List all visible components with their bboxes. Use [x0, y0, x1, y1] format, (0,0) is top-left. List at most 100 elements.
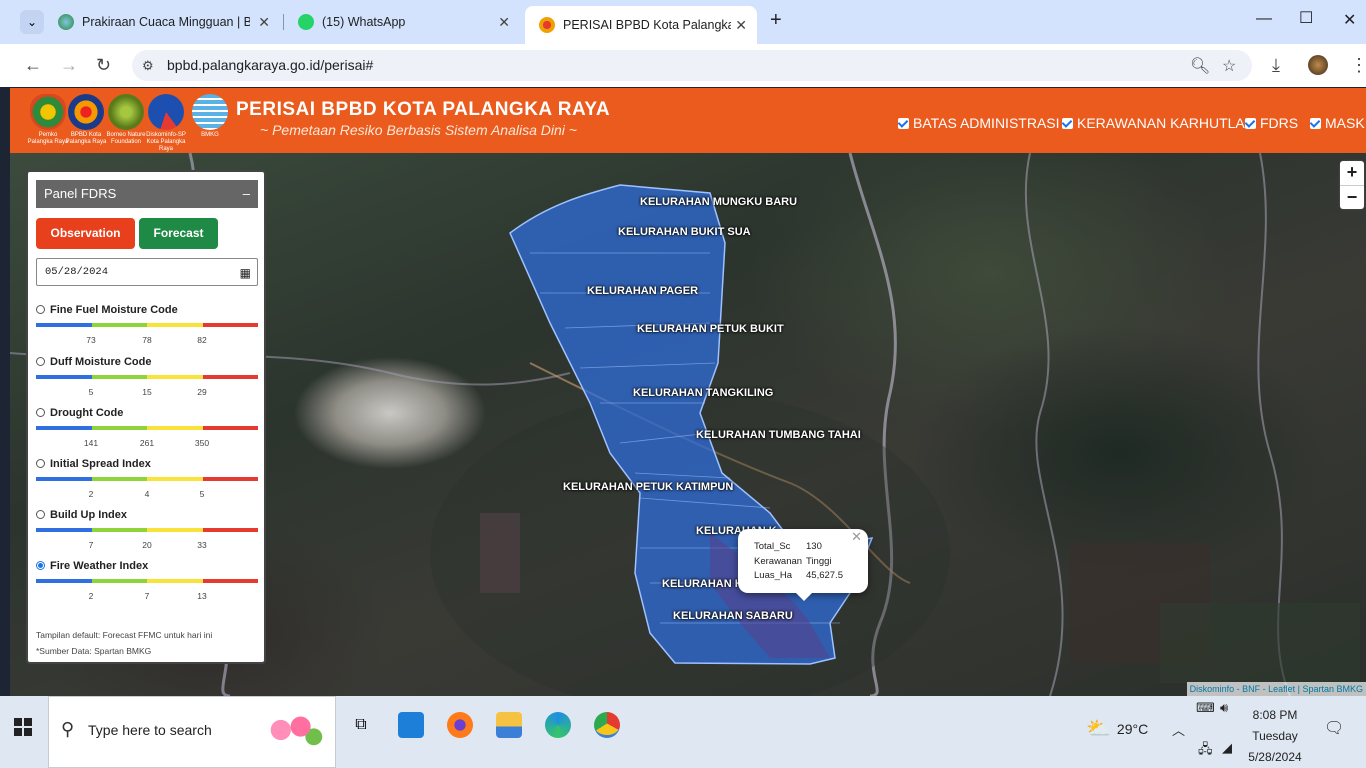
calendar-icon[interactable]: ▦ — [240, 260, 251, 286]
minimize-window-button[interactable]: — — [1256, 10, 1272, 28]
zoom-in-button[interactable]: + — [1340, 161, 1364, 185]
zoom-out-button[interactable]: − — [1340, 185, 1364, 209]
popup-close-icon[interactable]: ✕ — [851, 529, 862, 545]
index-dmc[interactable]: Duff Moisture Code 5 15 29 — [36, 356, 258, 402]
observation-button[interactable]: Observation — [36, 218, 135, 249]
windows-start-icon[interactable] — [14, 718, 32, 741]
logo-caption: BMKG — [201, 132, 219, 138]
volume-icon[interactable]: 🔊︎ — [1220, 700, 1228, 716]
popup-row: Kerawanan Tinggi — [754, 556, 832, 567]
index-isi[interactable]: Initial Spread Index 2 4 5 — [36, 458, 258, 504]
browser-address-bar: ← → ↻ ⚙ bpbd.palangkaraya.go.id/perisai#… — [0, 44, 1366, 87]
tab-title: PERISAI BPBD Kota Palangka Ra — [563, 18, 731, 32]
tab-whatsapp[interactable]: (15) WhatsApp ✕ — [284, 6, 520, 38]
logo-bpbd — [68, 94, 104, 130]
logo-caption: BPBD Kota Palangka Raya — [65, 132, 107, 145]
layer-toggle-fdrs[interactable]: FDRS — [1245, 115, 1298, 131]
app-header: Pemko Palangka Raya BPBD Kota Palangka R… — [10, 88, 1366, 153]
forecast-button[interactable]: Forecast — [139, 218, 218, 249]
index-dc[interactable]: Drought Code 141 261 350 — [36, 407, 258, 453]
tab-search-button[interactable]: ⌄ — [20, 10, 44, 34]
omnibox[interactable]: ⚙ bpbd.palangkaraya.go.id/perisai# 🔍︎ ☆ — [132, 50, 1252, 81]
scale-bar — [36, 477, 258, 481]
task-view-icon[interactable]: ⧉ — [348, 712, 374, 738]
zoom-control: + − — [1340, 161, 1364, 209]
windows-taskbar: ⚲ Type here to search ⧉ ⛅ 29°C ︿ ⌨ 🔊︎ 🖧 … — [0, 696, 1366, 768]
firefox-icon[interactable] — [447, 712, 473, 738]
chevron-up-icon[interactable]: ︿ — [1172, 720, 1185, 739]
scale-bar — [36, 375, 258, 379]
profile-avatar[interactable] — [1308, 55, 1328, 75]
layer-toggle-kerawanan-karhutla[interactable]: KERAWANAN KARHUTLA — [1062, 115, 1245, 131]
file-explorer-icon[interactable] — [496, 712, 522, 738]
new-tab-button[interactable]: + — [770, 9, 782, 32]
mail-icon[interactable] — [398, 712, 424, 738]
index-ffmc[interactable]: Fine Fuel Moisture Code 73 78 82 — [36, 304, 258, 350]
index-fwi[interactable]: Fire Weather Index 2 7 13 — [36, 560, 258, 606]
keyboard-icon[interactable]: ⌨ — [1196, 700, 1215, 716]
menu-kebab-icon[interactable]: ⋮ — [1350, 55, 1366, 76]
radio-button[interactable] — [36, 305, 45, 314]
app-subtitle: ~ Pemetaan Resiko Berbasis Sistem Analis… — [260, 122, 577, 138]
close-window-button[interactable]: ✕ — [1343, 10, 1356, 30]
tab-bmkg[interactable]: Prakiraan Cuaca Mingguan | BM ✕ — [44, 6, 280, 38]
logo-diskominfo — [148, 94, 184, 130]
tab-perisai[interactable]: PERISAI BPBD Kota Palangka Ra ✕ — [525, 6, 757, 44]
reload-icon[interactable]: ↻ — [96, 55, 111, 76]
checkbox-checked[interactable] — [1310, 117, 1321, 129]
tab-title: Prakiraan Cuaca Mingguan | BM — [82, 15, 250, 29]
layer-toggle-mask[interactable]: MASK — [1310, 115, 1365, 131]
map-attribution[interactable]: Diskominfo - BNF - Leaflet | Spartan BMK… — [1186, 682, 1366, 696]
wifi-icon[interactable]: ◢ — [1222, 740, 1232, 756]
scale-bar — [36, 323, 258, 327]
kelurahan-label: KELURAHAN TANGKILING — [633, 387, 774, 399]
network-icon[interactable]: 🖧 — [1198, 740, 1213, 762]
kelurahan-label: KELURAHAN BUKIT SUA — [618, 226, 751, 238]
radio-button-selected[interactable] — [36, 561, 45, 570]
logo-caption: Borneo Nature Foundation — [106, 132, 146, 145]
logo-bnf — [108, 94, 144, 130]
panel-source-note: *Sumber Data: Spartan BMKG — [36, 646, 152, 656]
logo-bmkg — [192, 94, 228, 130]
tab-close-icon[interactable]: ✕ — [735, 17, 747, 34]
bpbd-favicon-icon — [539, 17, 555, 33]
checkbox-checked[interactable] — [898, 117, 909, 129]
scale-bar — [36, 426, 258, 430]
zoom-lens-icon[interactable]: 🔍︎ — [1190, 56, 1210, 76]
layer-toggle-batas-administrasi[interactable]: BATAS ADMINISTRASI — [898, 115, 1060, 131]
kelurahan-label: KELURAHAN SABARU — [673, 610, 793, 622]
tab-close-icon[interactable]: ✕ — [498, 14, 510, 31]
forward-icon[interactable]: → — [60, 55, 78, 76]
radio-button[interactable] — [36, 510, 45, 519]
panel-minimize-button[interactable]: – — [243, 180, 250, 208]
index-bui[interactable]: Build Up Index 7 20 33 — [36, 509, 258, 555]
feature-popup: ✕ Total_Sc 130 Kerawanan Tinggi Luas_Ha 45,… — [738, 529, 868, 601]
system-clock[interactable]: 8:08 PM Tuesday 5/28/2024 — [1240, 705, 1310, 768]
tab-title: (15) WhatsApp — [322, 15, 406, 29]
panel-title: Panel FDRS — [44, 186, 117, 201]
popup-row: Total_Sc 130 — [754, 541, 822, 552]
url-text[interactable]: bpbd.palangkaraya.go.id/perisai# — [167, 57, 373, 73]
bookmark-star-icon[interactable]: ☆ — [1222, 56, 1236, 76]
maximize-window-button[interactable]: ☐ — [1299, 8, 1313, 28]
back-icon[interactable]: ← — [24, 55, 42, 76]
download-icon[interactable]: ⤓ — [1272, 55, 1280, 76]
chrome-icon[interactable] — [594, 712, 620, 738]
checkbox-checked[interactable] — [1245, 117, 1256, 129]
checkbox-checked[interactable] — [1062, 117, 1073, 129]
date-field[interactable]: 05/28/2024 ▦ — [36, 258, 258, 286]
radio-button[interactable] — [36, 459, 45, 468]
chevron-down-icon: ⌄ — [26, 15, 38, 29]
weather-widget[interactable]: ⛅ 29°C — [1086, 716, 1148, 741]
bmkg-favicon-icon — [58, 14, 74, 30]
site-info-icon[interactable]: ⚙ — [142, 58, 154, 74]
notification-icon[interactable]: 🗨 — [1324, 718, 1344, 738]
tab-close-icon[interactable]: ✕ — [258, 14, 270, 31]
radio-button[interactable] — [36, 408, 45, 417]
kelurahan-label: KELURAHAN MUNGKU BARU — [640, 196, 798, 208]
radio-button[interactable] — [36, 357, 45, 366]
logo-caption: Diskominfo-SP Kota Palangka Raya — [146, 132, 186, 152]
edge-icon[interactable] — [545, 712, 571, 738]
taskbar-search-box[interactable]: ⚲ Type here to search — [48, 696, 336, 768]
logo-pemko — [30, 94, 66, 130]
